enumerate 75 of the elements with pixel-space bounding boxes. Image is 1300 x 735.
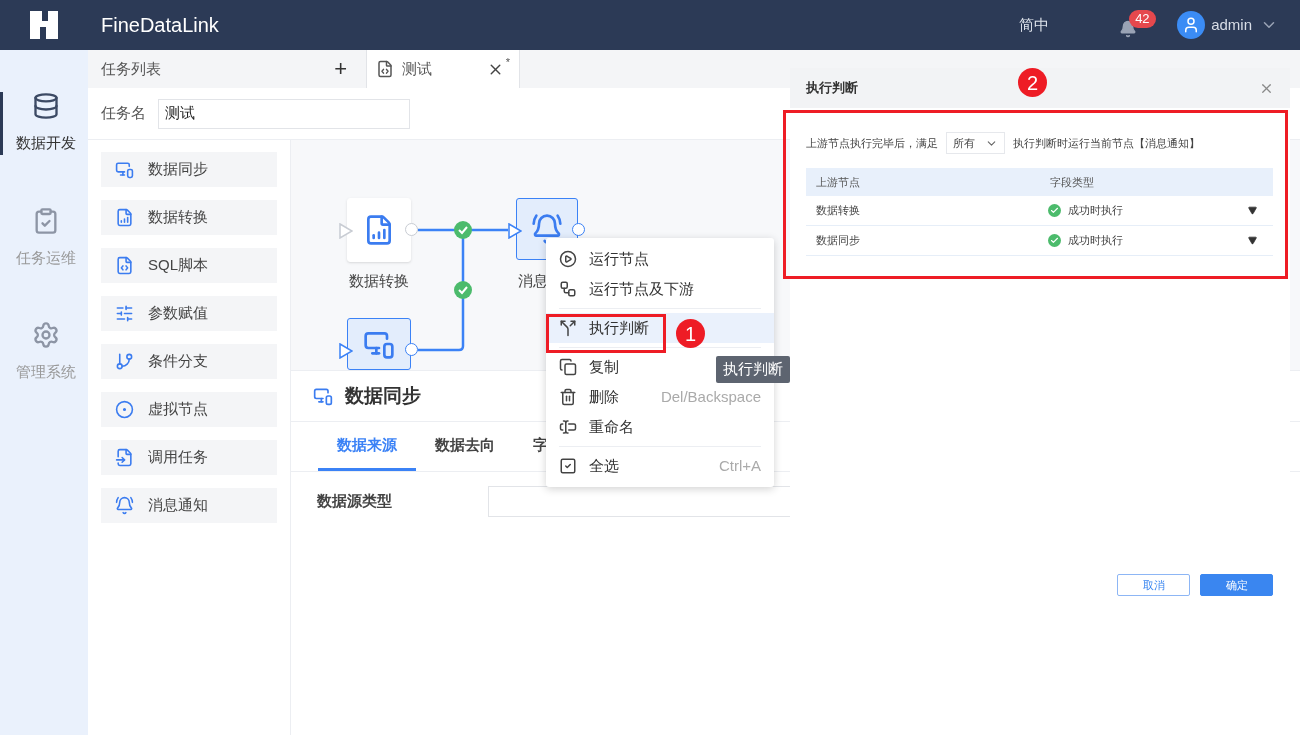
notification-badge: 42 [1129,10,1156,28]
target-icon [115,400,134,419]
palette-item[interactable]: 条件分支 [101,344,277,379]
language-label[interactable]: 简中 [1019,13,1050,37]
add-task-button[interactable]: + [334,58,347,80]
task-list-tab[interactable]: 任务列表 [101,57,335,81]
play-icon [559,250,577,268]
task-name-field[interactable]: 测试 [158,98,410,129]
database-icon [31,92,60,120]
gear-icon [31,321,60,349]
success-check-icon [1048,204,1061,217]
table-cell-text: 数据转换 [816,203,861,219]
success-check-icon [454,221,472,239]
transform-icon [115,208,134,227]
bell-icon [115,496,134,515]
input-port-icon [339,343,353,359]
table-cell-text: 成功时执行 [1068,203,1124,219]
nav-item[interactable]: 数据开发 [0,92,88,155]
dropdown-arrow-icon[interactable] [1248,206,1257,215]
task-name-label: 任务名 [101,103,146,124]
menu-item[interactable]: 全选 Ctrl+A [546,451,774,481]
file-icon [115,448,134,467]
input-port-icon [339,223,353,239]
success-check-icon [1048,234,1061,247]
copy-icon [559,358,577,376]
palette-item[interactable]: 调用任务 [101,440,277,475]
confirm-button[interactable]: 确定 [1200,574,1273,596]
palette-item[interactable]: 虚拟节点 [101,392,277,427]
flow-icon [559,280,577,298]
product-name: FineDataLink [101,13,219,38]
column-header: 上游节点 [816,174,861,190]
menu-item[interactable]: 删除 Del/Backspace [546,382,774,412]
palette-item[interactable]: 数据同步 [101,152,277,187]
panel-tab[interactable]: 数据来源 [318,422,416,471]
success-check-icon [454,281,472,299]
menu-item[interactable]: 重命名 [546,412,774,442]
code-file-icon [115,256,134,275]
dropdown-arrow-icon[interactable] [1248,236,1257,245]
trash-icon [559,388,577,406]
palette-item[interactable]: 消息通知 [101,488,277,523]
palette-item[interactable]: SQL脚本 [101,248,277,283]
palette-item[interactable]: 参数赋值 [101,296,277,331]
menu-item[interactable]: 运行节点 [546,244,774,274]
sync-icon [115,160,134,179]
bell-icon [531,213,563,245]
split-arrow-icon [559,319,577,337]
condition-text: 执行判断时运行当前节点【消息通知】 [1013,135,1200,151]
tooltip: 执行判断 [716,356,790,383]
sliders-icon [115,304,134,323]
input-port-icon [508,223,522,239]
modified-mark: * [505,55,510,70]
condition-text: 上游节点执行完毕后，满足 [806,135,938,151]
sync-icon [313,386,333,406]
code-file-icon [376,60,394,78]
logo-icon [27,8,61,42]
table-cell-text: 数据同步 [816,233,861,249]
column-header: 字段类型 [1050,174,1094,190]
menu-item[interactable]: 运行节点及下游 [546,274,774,304]
panel-title: 数据同步 [345,383,421,408]
condition-select[interactable]: 所有 [946,132,1005,154]
cancel-button[interactable]: 取消 [1117,574,1190,596]
dialog-title: 执行判断 [806,79,858,98]
user-name[interactable]: admin [1211,13,1252,37]
rename-icon [559,418,577,436]
panel-tab[interactable]: 数据去向 [416,422,514,471]
table-cell-text: 成功时执行 [1068,233,1124,249]
node-label: 数据转换 [349,271,409,291]
field-label: 数据源类型 [317,491,392,512]
flow-node[interactable] [347,318,411,370]
user-avatar[interactable] [1177,11,1206,39]
palette-item[interactable]: 数据转换 [101,200,277,235]
branch-icon [115,352,134,371]
checkbox-icon [559,457,577,475]
task-tab[interactable]: 测试 * [366,50,520,88]
node-label: 消息 [518,271,548,291]
